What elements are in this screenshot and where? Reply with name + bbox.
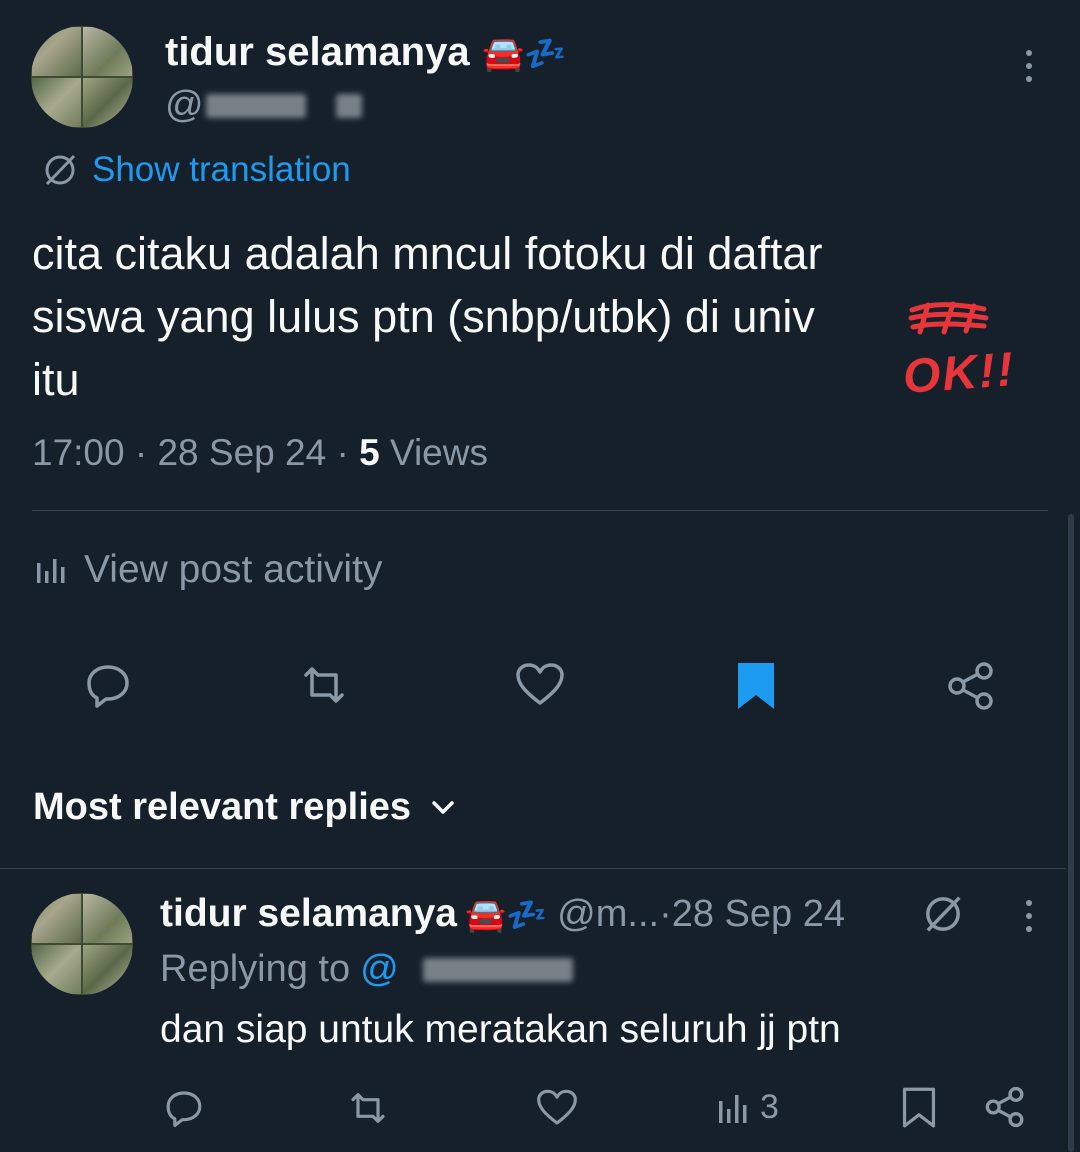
reply-header: tidur selamanya 🚘💤 @m... · 28 Sep 24 [160, 892, 845, 936]
tweet-text-line-2: siswa yang lulus ptn (snbp/utbk) di univ [32, 291, 815, 342]
handle-prefix: @ [165, 84, 204, 126]
tweet-text-line-3: itu [32, 354, 80, 405]
analytics-icon [34, 553, 68, 587]
retweet-icon[interactable] [296, 661, 352, 709]
reply-reply-icon[interactable] [164, 1088, 204, 1128]
show-translation-link[interactable]: Show translation [42, 150, 351, 190]
view-post-activity-label: View post activity [84, 548, 383, 591]
redaction-scribble [908, 300, 990, 341]
tweet-text-line-1: cita citaku adalah mncul fotoku di dafta… [32, 228, 823, 279]
show-translation-text: Show translation [92, 150, 351, 189]
handle-redacted-2 [335, 93, 362, 118]
handle-redacted [205, 93, 306, 118]
divider-2 [0, 868, 1066, 869]
reply-icon[interactable] [84, 661, 132, 709]
reply-like-icon[interactable] [535, 1088, 579, 1128]
reply-share-icon[interactable] [984, 1086, 1026, 1128]
reply-text: dan siap untuk meratakan seluruh jj ptn [160, 1008, 841, 1051]
author-handle[interactable]: @ [165, 84, 362, 127]
reply-translate-icon[interactable] [922, 893, 964, 935]
view-post-activity[interactable]: View post activity [34, 548, 382, 592]
replying-to-redacted [422, 957, 573, 982]
bookmark-filled-icon[interactable] [736, 661, 776, 711]
tweet-date[interactable]: 28 Sep 24 [157, 432, 326, 473]
tweet-text: cita citaku adalah mncul fotoku di dafta… [32, 222, 1032, 411]
annotation-ok: OK!! [901, 343, 1017, 404]
reply-views[interactable]: 3 [716, 1088, 779, 1127]
divider-1 [32, 510, 1048, 511]
reply-author-name[interactable]: tidur selamanya [160, 892, 457, 936]
reply-views-count: 3 [760, 1088, 779, 1126]
more-options-icon[interactable] [1026, 50, 1032, 89]
reply-more-options-icon[interactable] [1026, 900, 1032, 939]
replying-to-label: Replying to [160, 948, 351, 990]
replying-to-handle[interactable]: @ [360, 948, 399, 991]
replies-sort-label: Most relevant replies [33, 786, 412, 828]
tweet-meta: 17:00 · 28 Sep 24 · 5 Views [32, 432, 488, 473]
share-icon[interactable] [946, 661, 996, 711]
reply-date[interactable]: 28 Sep 24 [672, 893, 845, 936]
reply-retweet-icon[interactable] [344, 1088, 392, 1128]
scrollbar-thumb[interactable] [1068, 514, 1074, 1152]
reply-bookmark-icon[interactable] [902, 1086, 936, 1130]
replying-to: Replying to @ [160, 948, 573, 991]
views-icon [716, 1091, 750, 1125]
chevron-down-icon [431, 800, 455, 816]
views-label: Views [389, 432, 488, 473]
author-display-name[interactable]: tidur selamanya 🚘💤 [165, 30, 567, 75]
author-emoji: 🚘💤 [482, 35, 567, 73]
reply-author-emoji: 🚘💤 [464, 896, 548, 933]
reply-handle[interactable]: @m... [557, 893, 659, 936]
like-icon[interactable] [514, 661, 566, 709]
reply-avatar[interactable] [31, 893, 133, 995]
author-avatar[interactable] [31, 26, 133, 128]
author-name-text: tidur selamanya [165, 30, 470, 74]
tweet-time[interactable]: 17:00 [32, 432, 125, 473]
replies-sort-dropdown[interactable]: Most relevant replies [33, 786, 455, 829]
translate-globe-icon [42, 152, 78, 188]
views-count: 5 [359, 432, 380, 473]
